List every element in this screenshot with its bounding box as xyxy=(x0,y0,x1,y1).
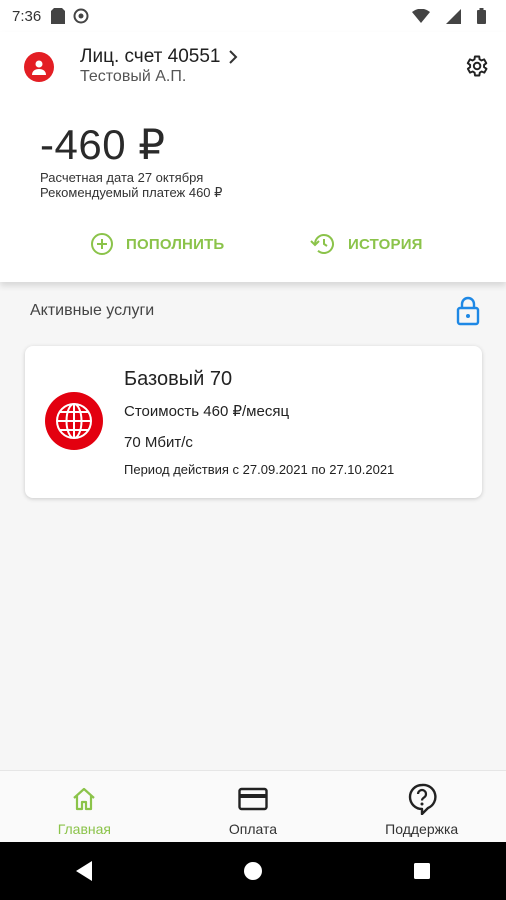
card-icon xyxy=(238,783,268,815)
system-navigation xyxy=(0,842,506,900)
recents-button[interactable] xyxy=(402,851,442,891)
account-holder: Тестовый А.П. xyxy=(80,68,187,85)
service-card[interactable]: Базовый 70 Стоимость 460 ₽/месяц 70 Мбит… xyxy=(25,346,482,498)
wifi-icon xyxy=(412,9,430,23)
sd-card-icon xyxy=(51,8,66,24)
battery-icon xyxy=(477,8,486,24)
back-icon xyxy=(76,861,93,881)
nav-payment[interactable]: Оплата xyxy=(169,771,338,842)
plus-circle-icon xyxy=(91,233,113,255)
circle-icon xyxy=(243,862,262,880)
support-icon xyxy=(407,783,437,815)
lock-button[interactable] xyxy=(454,296,482,326)
topup-button[interactable]: ПОПОЛНИТЬ xyxy=(90,232,224,256)
account-title-link[interactable]: Лиц. счет 40551 xyxy=(80,46,238,68)
back-button[interactable] xyxy=(64,851,104,891)
user-icon xyxy=(32,60,46,75)
service-period: Период действия с 27.09.2021 по 27.10.20… xyxy=(124,462,395,477)
home-system-button[interactable] xyxy=(233,851,273,891)
account-header: Лиц. счет 40551 Тестовый А.П. -460 ₽ Рас… xyxy=(0,32,506,282)
service-price: Стоимость 460 ₽/месяц xyxy=(124,403,290,420)
history-label: ИСТОРИЯ xyxy=(348,235,423,253)
signal-icon xyxy=(446,8,461,24)
bottom-navigation: Главная Оплата Поддержка xyxy=(0,770,506,842)
gear-icon xyxy=(466,55,488,77)
location-icon xyxy=(73,8,89,24)
topup-label: ПОПОЛНИТЬ xyxy=(126,235,225,253)
status-bar: 7:36 xyxy=(0,0,506,32)
globe-icon xyxy=(45,392,103,450)
account-number: Лиц. счет 40551 xyxy=(80,46,221,67)
settings-button[interactable] xyxy=(462,52,490,80)
status-time: 7:36 xyxy=(12,7,42,25)
service-speed: 70 Мбит/с xyxy=(124,434,193,451)
avatar[interactable] xyxy=(24,52,54,82)
history-button[interactable]: ИСТОРИЯ xyxy=(310,232,423,256)
nav-support[interactable]: Поддержка xyxy=(337,771,506,842)
active-services-title: Активные услуги xyxy=(30,302,155,319)
lock-icon xyxy=(456,296,480,326)
balance-amount: -460 ₽ xyxy=(40,121,166,168)
square-icon xyxy=(413,863,430,879)
chevron-right-icon xyxy=(229,50,238,64)
nav-home-label: Главная xyxy=(57,821,111,837)
history-icon xyxy=(310,234,334,254)
service-name: Базовый 70 xyxy=(124,368,233,390)
nav-payment-label: Оплата xyxy=(228,821,278,837)
home-icon xyxy=(70,783,98,815)
nav-home[interactable]: Главная xyxy=(0,771,169,842)
nav-support-label: Поддержка xyxy=(385,821,459,837)
recommended-payment: Рекомендуемый платеж 460 ₽ xyxy=(40,185,223,200)
billing-date: Расчетная дата 27 октября xyxy=(40,170,204,185)
